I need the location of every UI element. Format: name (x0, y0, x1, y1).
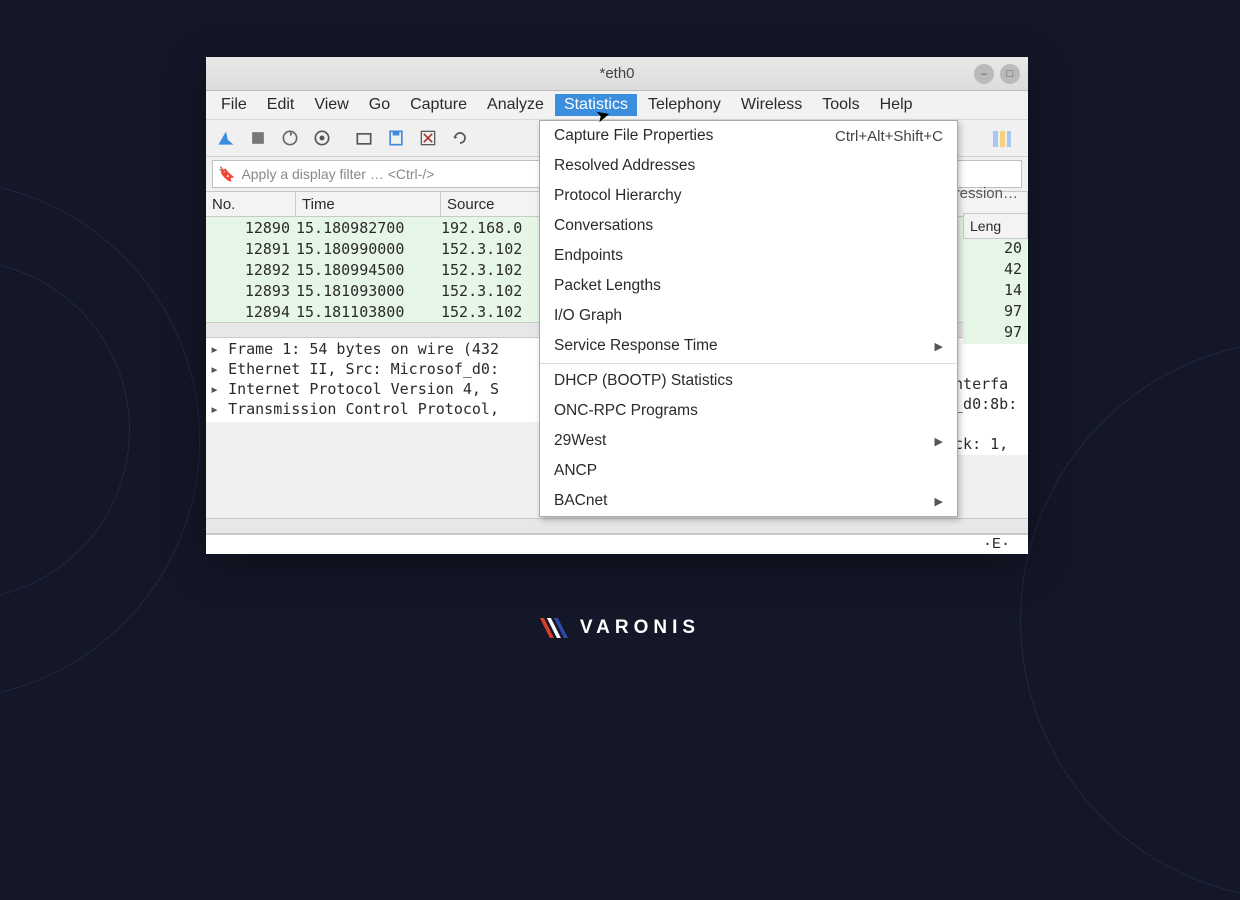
hex-view[interactable]: 0000 00 15 5d d0 8b 06 00 15 5 (206, 534, 1028, 554)
menu-file[interactable]: File (212, 94, 256, 116)
menu-item-dhcp-statistics[interactable]: DHCP (BOOTP) Statistics (540, 366, 957, 396)
menu-item-service-response-time[interactable]: Service Response Time▶ (540, 331, 957, 361)
maximize-icon[interactable]: □ (1000, 64, 1020, 84)
menu-telephony[interactable]: Telephony (639, 94, 730, 116)
menubar: File Edit View Go Capture Analyze Statis… (206, 91, 1028, 120)
reload-icon[interactable] (446, 124, 474, 152)
brand-text: VARONIS (580, 617, 700, 639)
statistics-menu: Capture File PropertiesCtrl+Alt+Shift+C … (539, 120, 958, 517)
menu-item-bacnet[interactable]: BACnet▶ (540, 486, 957, 516)
menu-item-resolved-addresses[interactable]: Resolved Addresses (540, 151, 957, 181)
menu-help[interactable]: Help (871, 94, 922, 116)
shark-fin-icon[interactable] (212, 124, 240, 152)
varonis-mark-icon (540, 616, 570, 640)
save-icon[interactable] (382, 124, 410, 152)
menu-edit[interactable]: Edit (258, 94, 304, 116)
menu-separator (540, 363, 957, 364)
menu-tools[interactable]: Tools (813, 94, 868, 116)
submenu-arrow-icon: ▶ (935, 435, 943, 448)
titlebar: *eth0 – □ (206, 57, 1028, 91)
menu-analyze[interactable]: Analyze (478, 94, 553, 116)
menu-item-conversations[interactable]: Conversations (540, 211, 957, 241)
brand-logo: VARONIS (540, 616, 700, 640)
filter-placeholder: Apply a display filter … <Ctrl-/> (241, 166, 434, 182)
open-icon[interactable] (350, 124, 378, 152)
col-no[interactable]: No. (206, 192, 296, 216)
horizontal-scrollbar[interactable] (206, 518, 1028, 534)
menu-go[interactable]: Go (360, 94, 399, 116)
hex-ascii: ·E· (983, 536, 1010, 553)
menu-item-io-graph[interactable]: I/O Graph (540, 301, 957, 331)
menu-item-packet-lengths[interactable]: Packet Lengths (540, 271, 957, 301)
menu-wireless[interactable]: Wireless (732, 94, 811, 116)
submenu-arrow-icon: ▶ (935, 495, 943, 508)
length-column: Leng 20 42 14 97 97 (963, 213, 1028, 344)
menu-item-protocol-hierarchy[interactable]: Protocol Hierarchy (540, 181, 957, 211)
options-icon[interactable] (308, 124, 336, 152)
menu-capture[interactable]: Capture (401, 94, 476, 116)
menu-view[interactable]: View (305, 94, 357, 116)
submenu-arrow-icon: ▶ (935, 340, 943, 353)
window-title: *eth0 (599, 65, 634, 82)
bookmark-icon[interactable]: 🔖 (218, 166, 235, 183)
application-window: *eth0 – □ File Edit View Go Capture Anal… (206, 57, 1028, 554)
close-icon[interactable] (414, 124, 442, 152)
col-length[interactable]: Leng (963, 213, 1028, 239)
col-time[interactable]: Time (296, 192, 441, 216)
menu-item-29west[interactable]: 29West▶ (540, 426, 957, 456)
expression-button[interactable]: ression… (955, 185, 1018, 202)
restart-icon[interactable] (276, 124, 304, 152)
menu-item-ancp[interactable]: ANCP (540, 456, 957, 486)
stop-icon[interactable] (244, 124, 272, 152)
menu-item-endpoints[interactable]: Endpoints (540, 241, 957, 271)
minimize-icon[interactable]: – (974, 64, 994, 84)
menu-item-onc-rpc-programs[interactable]: ONC-RPC Programs (540, 396, 957, 426)
columns-icon[interactable] (990, 127, 1014, 154)
